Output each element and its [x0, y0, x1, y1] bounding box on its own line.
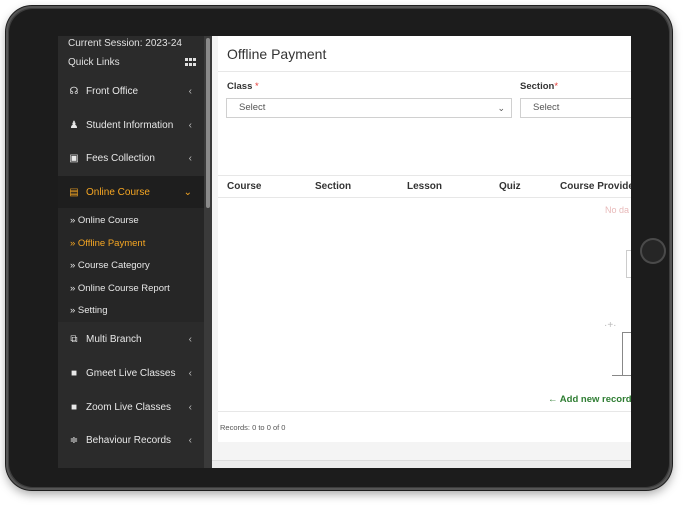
sidebar-item-student-information[interactable]: ♟ Student Information ‹: [58, 109, 204, 141]
sidebar-item-behaviour-records[interactable]: ≑ Behaviour Records ‹: [58, 424, 204, 456]
home-button: [640, 238, 666, 264]
chevron-left-icon: ‹: [188, 85, 192, 97]
section-select[interactable]: Select: [520, 98, 631, 118]
required-mark: *: [255, 81, 259, 92]
empty-state-illustration: [622, 332, 631, 375]
class-label: Class *: [227, 81, 259, 92]
column-header-section: Section: [315, 181, 352, 192]
sidebar-item-label: Front Office: [86, 85, 139, 97]
sidebar: Current Session: 2023-24 Quick Links ☊ F…: [58, 36, 212, 468]
submenu-setting[interactable]: » Setting: [70, 305, 108, 316]
sidebar-item-label: Fees Collection: [86, 152, 155, 164]
sliders-icon: ≑: [69, 434, 79, 446]
section-select-value: Select: [533, 102, 560, 113]
column-header-course: Course: [227, 181, 262, 192]
submenu-online-course[interactable]: » Online Course: [70, 215, 139, 226]
sidebar-item-zoom-live-classes[interactable]: ■ Zoom Live Classes ‹: [58, 391, 204, 423]
table-top-divider: [218, 175, 631, 176]
no-data-text: No da: [605, 205, 630, 215]
submenu-course-category[interactable]: » Course Category: [70, 260, 150, 271]
column-header-course-provider: Course Provider: [560, 181, 631, 192]
column-header-lesson: Lesson: [407, 181, 443, 192]
book-icon: ▤: [69, 186, 79, 198]
column-header-quiz: Quiz: [499, 181, 521, 192]
chevron-left-icon: ‹: [188, 152, 192, 164]
sidebar-item-label: Student Information: [86, 119, 174, 131]
sparkle-icon: ·+·: [604, 320, 617, 331]
video-icon: ■: [70, 401, 78, 413]
sidebar-item-fees-collection[interactable]: ▣ Fees Collection ‹: [58, 142, 204, 174]
quick-links[interactable]: Quick Links: [68, 57, 120, 68]
empty-state-baseline: [612, 375, 631, 376]
chevron-left-icon: ‹: [188, 367, 192, 379]
tablet-frame: Current Session: 2023-24 Quick Links ☊ F…: [6, 6, 672, 490]
headset-icon: ☊: [69, 85, 79, 97]
sidebar-item-label: Zoom Live Classes: [86, 401, 172, 413]
chevron-left-icon: ‹: [188, 434, 192, 446]
user-plus-icon: ♟: [69, 119, 79, 131]
video-icon: ■: [70, 367, 78, 379]
sidebar-item-label: Multi Branch: [86, 333, 142, 345]
class-select[interactable]: Select ⌄: [226, 98, 512, 118]
page-footer: [212, 460, 631, 468]
money-icon: ▣: [69, 152, 79, 164]
submenu-online-course-report[interactable]: » Online Course Report: [70, 283, 170, 294]
sidebar-item-label: Gmeet Live Classes: [86, 367, 176, 379]
records-count: Records: 0 to 0 of 0: [220, 423, 286, 432]
required-mark: *: [554, 81, 559, 92]
chevron-left-icon: ‹: [188, 119, 192, 131]
class-select-value: Select: [239, 102, 266, 113]
sidebar-item-front-office[interactable]: ☊ Front Office ‹: [58, 75, 204, 107]
submenu-offline-payment[interactable]: » Offline Payment: [70, 238, 145, 249]
page-title: Offline Payment: [227, 46, 327, 62]
title-divider: [218, 71, 631, 72]
sitemap-icon: ⧉: [70, 333, 78, 345]
online-course-submenu: » Online Course » Offline Payment » Cour…: [58, 208, 204, 322]
sidebar-scrollbar-thumb[interactable]: [206, 38, 210, 208]
chevron-down-icon: ⌄: [183, 186, 192, 198]
chevron-down-icon: ⌄: [497, 103, 505, 113]
main-content: Offline Payment Class * Select ⌄ Section…: [212, 36, 631, 468]
chevron-left-icon: ‹: [188, 401, 192, 413]
sidebar-item-multi-branch[interactable]: ⧉ Multi Branch ‹: [58, 323, 204, 355]
screen: Current Session: 2023-24 Quick Links ☊ F…: [58, 36, 631, 468]
sidebar-item-online-course[interactable]: ▤ Online Course ⌄: [58, 176, 204, 208]
sidebar-item-label: Behaviour Records: [86, 434, 172, 446]
add-new-record-link[interactable]: ← Add new record: [548, 394, 631, 405]
sidebar-item-label: Online Course: [86, 186, 150, 198]
content-card: [218, 36, 631, 442]
chevron-left-icon: ‹: [188, 333, 192, 345]
section-label: Section*: [520, 81, 559, 92]
table-bottom-divider: [218, 411, 631, 412]
current-session: Current Session: 2023-24: [68, 38, 182, 49]
table-header-divider: [218, 197, 631, 198]
sidebar-item-gmeet-live-classes[interactable]: ■ Gmeet Live Classes ‹: [58, 357, 204, 389]
empty-state-box: [626, 250, 631, 278]
grid-icon[interactable]: [185, 58, 196, 66]
